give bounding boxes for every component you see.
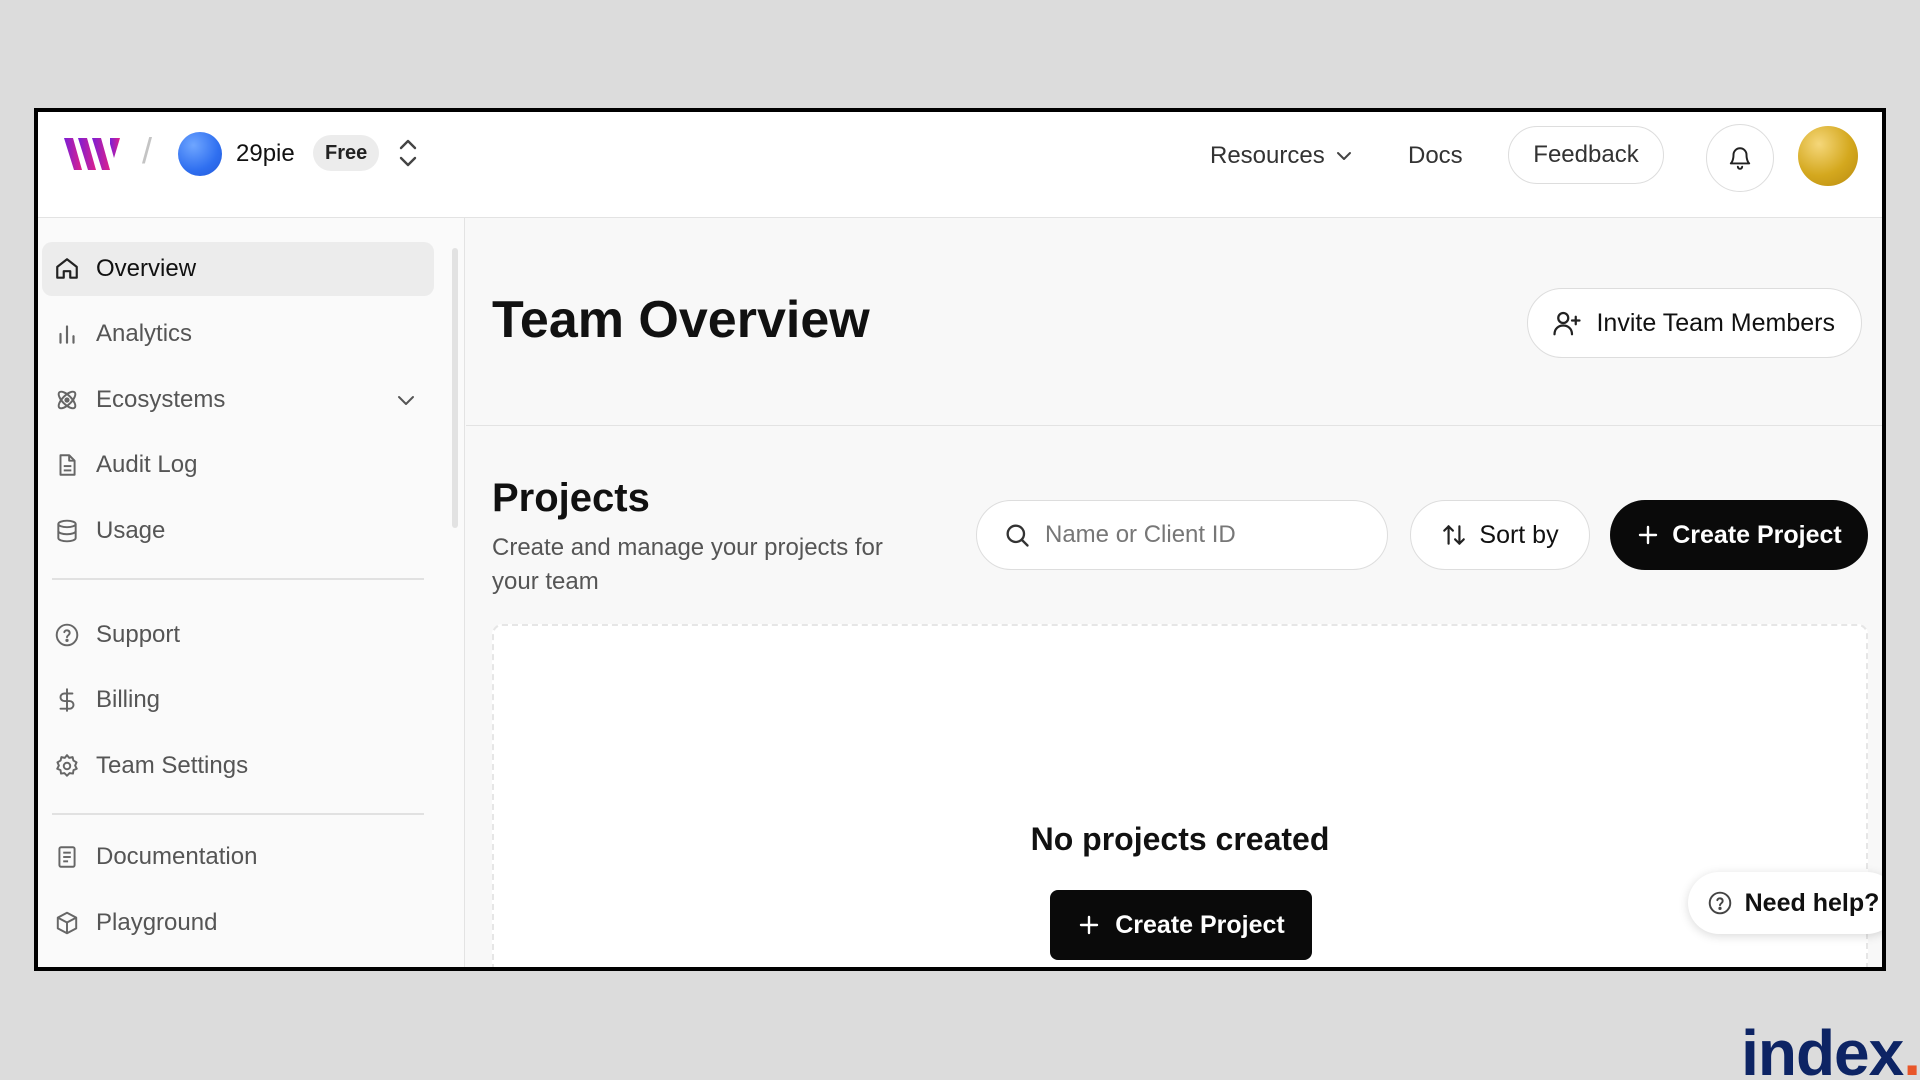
home-icon [56, 258, 78, 279]
help-circle-icon [1708, 891, 1731, 915]
sidebar-item-billing[interactable]: Billing [42, 673, 434, 727]
project-search[interactable] [976, 500, 1388, 570]
sidebar-divider [52, 813, 424, 815]
main-content: Team Overview Invite Team Members Projec… [466, 218, 1882, 967]
sidebar-item-usage[interactable]: Usage [42, 504, 434, 558]
sidebar: Overview Analytics Ecosystems Audit Log … [38, 218, 465, 967]
sort-arrows-icon [1443, 525, 1466, 545]
box-icon [56, 911, 78, 935]
watermark-dot: . [1903, 1017, 1920, 1080]
help-circle-icon [55, 623, 79, 647]
nav-resources-dropdown[interactable]: Resources [1210, 142, 1353, 170]
invite-label: Invite Team Members [1596, 308, 1835, 337]
team-switcher-chevrons-icon[interactable] [395, 136, 421, 170]
sidebar-item-analytics[interactable]: Analytics [42, 307, 434, 361]
app-window: / 29pie Free Resources Docs Feedback Ove… [34, 108, 1886, 971]
sort-label: Sort by [1479, 520, 1559, 549]
user-plus-icon [1553, 311, 1582, 336]
need-help-button[interactable]: Need help? [1688, 872, 1882, 934]
bar-chart-icon [59, 325, 75, 344]
plus-icon [1080, 915, 1099, 935]
user-avatar[interactable] [1798, 126, 1858, 186]
sidebar-item-support[interactable]: Support [42, 608, 434, 662]
projects-empty-state: No projects created Create Project [492, 624, 1868, 967]
sort-by-button[interactable]: Sort by [1410, 500, 1590, 570]
chevron-down-icon [1336, 152, 1351, 160]
sidebar-item-audit-log[interactable]: Audit Log [42, 438, 434, 492]
empty-state-title: No projects created [1030, 821, 1330, 857]
sidebar-item-label: Ecosystems [96, 386, 226, 413]
search-input[interactable] [1045, 521, 1365, 549]
empty-create-label: Create Project [1115, 910, 1285, 939]
nav-docs-link[interactable]: Docs [1408, 142, 1463, 170]
sidebar-item-overview[interactable]: Overview [42, 242, 434, 296]
team-avatar[interactable] [178, 132, 222, 176]
sidebar-item-label: Audit Log [96, 451, 198, 478]
sidebar-item-label: Billing [96, 686, 161, 713]
sidebar-item-label: Overview [96, 255, 197, 282]
create-project-button[interactable]: Create Project [1610, 500, 1868, 570]
nav-resources-label: Resources [1210, 142, 1325, 169]
sidebar-item-label: Support [96, 621, 181, 648]
need-help-label: Need help? [1744, 888, 1880, 917]
gear-icon [56, 754, 78, 777]
sidebar-item-label: Documentation [96, 843, 258, 870]
notifications-button[interactable] [1706, 124, 1774, 192]
projects-heading: Projects [492, 476, 650, 520]
dollar-icon [59, 688, 75, 712]
projects-subtitle: Create and manage your projects for your… [492, 534, 883, 595]
watermark-text: index [1741, 1017, 1904, 1080]
top-bar: / 29pie Free Resources Docs Feedback [38, 112, 1882, 218]
database-icon [57, 519, 77, 543]
plus-icon [1639, 525, 1658, 545]
empty-state-create-project-button[interactable]: Create Project [1050, 890, 1312, 960]
sidebar-item-label: Usage [96, 517, 166, 544]
sidebar-item-label: Playground [96, 909, 218, 936]
brand-logo-icon[interactable] [64, 134, 122, 174]
page-title: Team Overview [492, 291, 870, 349]
sidebar-item-label: Team Settings [96, 752, 249, 779]
feedback-button[interactable]: Feedback [1508, 126, 1664, 184]
search-icon [1006, 524, 1029, 547]
sidebar-item-playground[interactable]: Playground [42, 896, 434, 950]
sidebar-divider [52, 578, 424, 580]
sidebar-item-team-settings[interactable]: Team Settings [42, 739, 434, 793]
book-icon [58, 846, 76, 868]
index-watermark: index. [1741, 1016, 1920, 1080]
sidebar-item-ecosystems[interactable]: Ecosystems [42, 373, 434, 427]
atom-icon [57, 390, 77, 410]
page-header: Team Overview Invite Team Members [466, 218, 1882, 426]
sidebar-item-documentation[interactable]: Documentation [42, 830, 434, 884]
breadcrumb-separator: / [142, 130, 153, 171]
plan-badge: Free [313, 135, 380, 171]
sidebar-item-label: Analytics [96, 320, 193, 347]
bell-icon [1729, 147, 1751, 170]
chevron-down-icon[interactable] [394, 388, 418, 412]
invite-team-members-button[interactable]: Invite Team Members [1527, 288, 1862, 358]
sidebar-scrollbar[interactable] [452, 248, 458, 528]
file-text-icon [59, 454, 76, 476]
team-name[interactable]: 29pie [236, 140, 295, 168]
create-project-label: Create Project [1672, 520, 1842, 549]
